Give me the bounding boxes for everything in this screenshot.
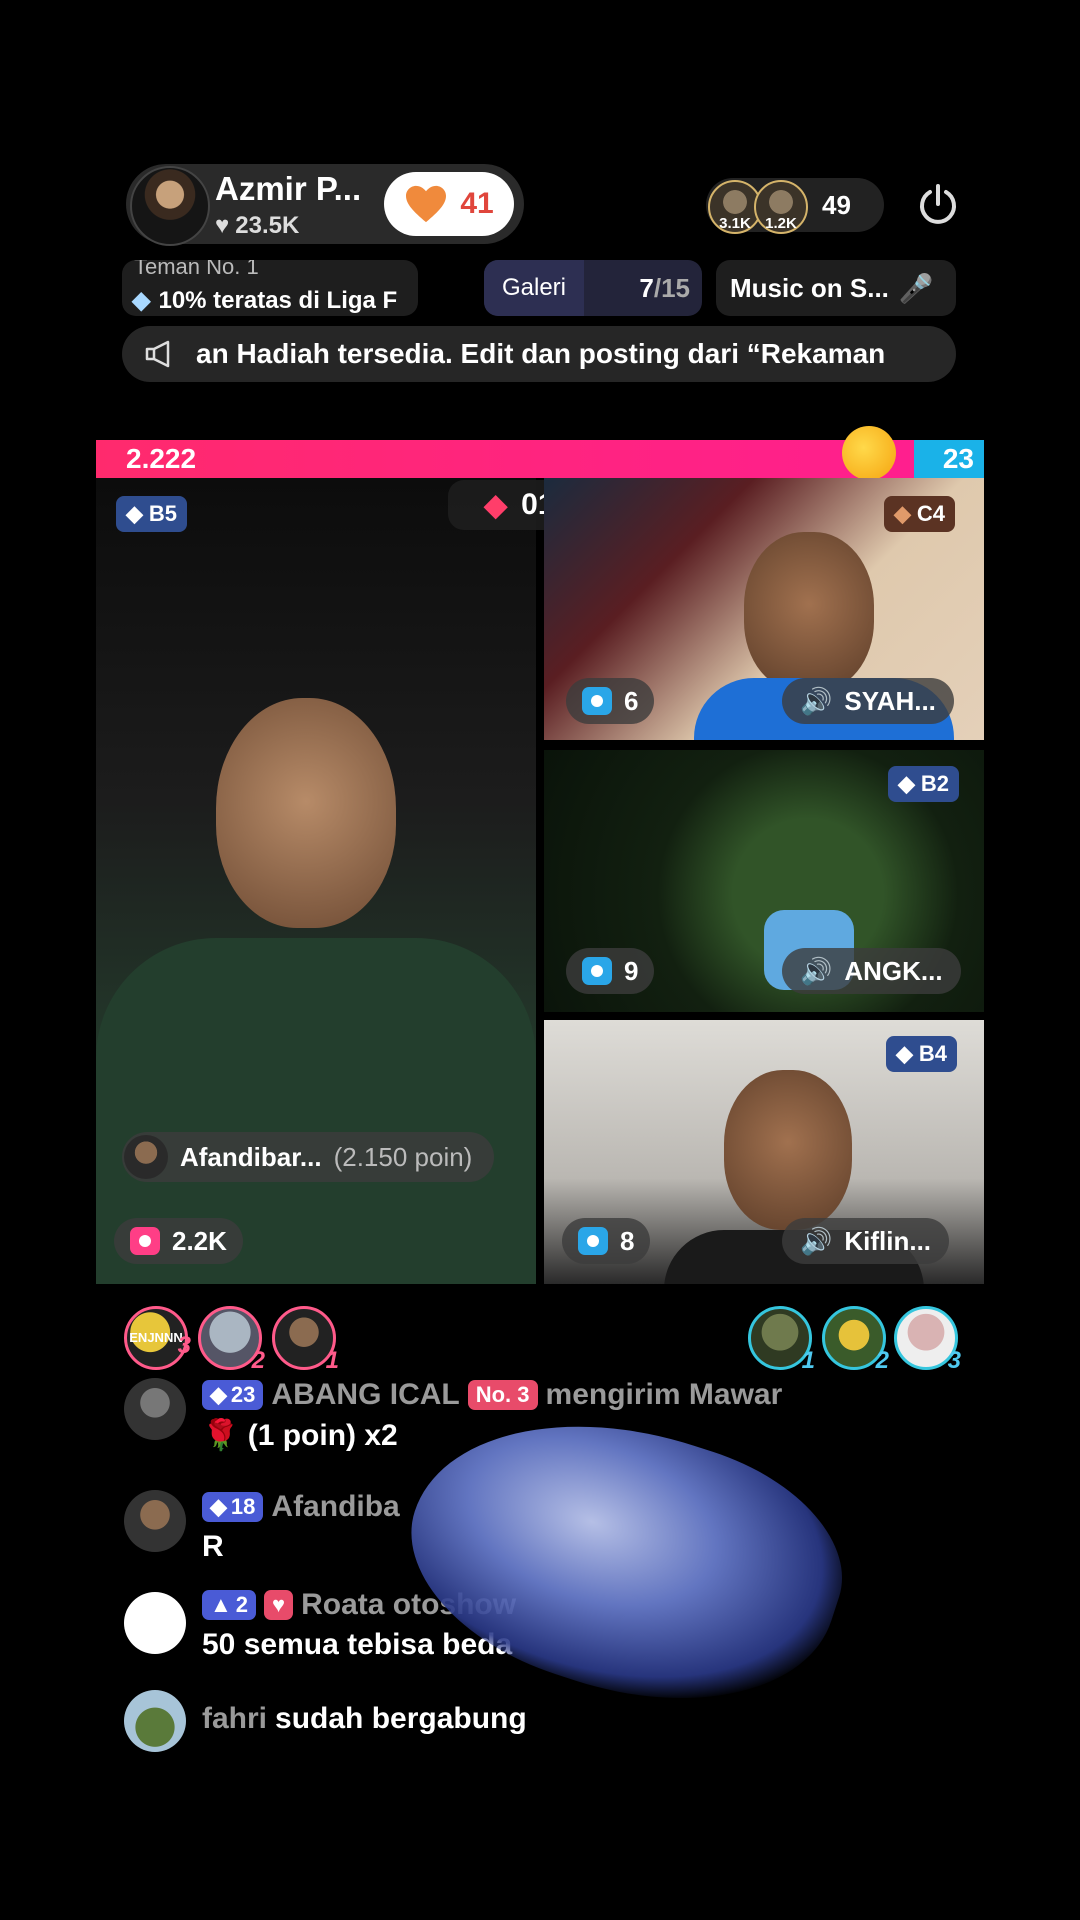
rank-top-label: Teman No. 1 xyxy=(134,260,259,279)
gift-icon xyxy=(130,1227,160,1255)
follow-count: 41 xyxy=(460,187,494,220)
boxing-gloves-icon: ◆ xyxy=(484,488,508,522)
music-label: Music on S... xyxy=(730,272,889,303)
fan-badge: ♥ xyxy=(264,1590,294,1620)
host-tier-badge: ◆ B5 xyxy=(116,496,188,532)
chat-message-header: ◆ 23 ABANG ICAL No. 3 mengirim Mawar xyxy=(202,1378,782,1412)
guest-figure xyxy=(724,1070,852,1230)
whale-gift-animation xyxy=(380,1369,870,1751)
top-gifter-avatar xyxy=(124,1135,168,1179)
top-gifter-points: (2.150 poin) xyxy=(333,1141,473,1172)
score-left: 2.222 xyxy=(96,440,914,478)
heart-icon xyxy=(406,185,447,223)
supporter-avatar[interactable]: ENJNNN 3 xyxy=(124,1306,191,1370)
supporter-avatar[interactable]: 3 xyxy=(894,1306,961,1374)
announcement-banner[interactable]: an Hadiah tersedia. Edit dan posting dar… xyxy=(122,326,956,382)
supporter-avatar[interactable]: 2 xyxy=(198,1306,265,1374)
chat-message-header: ◆ 18 Afandiba xyxy=(202,1490,400,1524)
chat-avatar[interactable] xyxy=(124,1690,186,1752)
guest-name-badge[interactable]: 🔊 Kiflin... xyxy=(782,1218,950,1264)
speaker-icon: 🔊 xyxy=(800,955,833,986)
host-likes: ♥ 23.5K xyxy=(215,212,299,240)
speaker-icon: 🔊 xyxy=(800,1225,833,1256)
guest-tier-badge: ◆ C4 xyxy=(884,496,956,532)
diamond-icon: ◆ xyxy=(210,1382,227,1407)
user-level-badge: ◆ 23 xyxy=(202,1380,264,1410)
chat-message-text: 🌹 (1 poin) x2 xyxy=(202,1419,398,1452)
guest-figure xyxy=(744,532,874,692)
chat-username[interactable]: ABANG ICAL xyxy=(271,1378,459,1412)
top-gifter-name: Afandibar... xyxy=(180,1141,322,1172)
power-icon[interactable] xyxy=(914,180,962,228)
host-likes-count: 23.5K xyxy=(235,212,300,239)
galeri-box[interactable]: Galeri 7/15 xyxy=(484,260,702,316)
gift-icon xyxy=(582,957,612,985)
megaphone-icon xyxy=(145,340,170,368)
chat-avatar[interactable] xyxy=(124,1592,186,1654)
user-level-badge: ◆ 18 xyxy=(202,1492,264,1522)
follow-button[interactable]: 41 xyxy=(384,172,514,236)
chat-join-message: fahri sudah bergabung xyxy=(202,1702,527,1736)
rank-bottom-label: ◆ 10% teratas di Liga F xyxy=(132,286,398,315)
gift-icon xyxy=(578,1227,608,1255)
diamond-icon: ◆ xyxy=(126,501,143,526)
supporter-avatar[interactable]: 1 xyxy=(272,1306,339,1374)
league-rank-box[interactable]: Teman No. 1 ◆ 10% teratas di Liga F xyxy=(122,260,418,316)
chat-avatar[interactable] xyxy=(124,1378,186,1440)
supporter-avatar[interactable]: 1 xyxy=(748,1306,815,1374)
guest-gift-count: 9 xyxy=(566,948,655,994)
guest-tier-badge: ◆ B4 xyxy=(886,1036,958,1072)
heart-icon: ♥ xyxy=(272,1592,286,1617)
host-name[interactable]: Azmir P... xyxy=(215,170,361,208)
host-avatar[interactable] xyxy=(130,166,210,246)
supporter-avatar[interactable]: 2 xyxy=(822,1306,889,1374)
galeri-count: 7/15 xyxy=(639,272,690,303)
chat-avatar[interactable] xyxy=(124,1490,186,1552)
chat-username[interactable]: Afandiba xyxy=(271,1490,399,1524)
guest-gift-count: 8 xyxy=(562,1218,651,1264)
diamond-icon: ◆ xyxy=(132,287,151,314)
music-box[interactable]: Music on S... 🎤 xyxy=(716,260,956,316)
guest-name-badge[interactable]: 🔊 ANGK... xyxy=(782,948,961,994)
guest-name-badge[interactable]: 🔊 SYAH... xyxy=(782,678,954,724)
rose-icon: 🌹 xyxy=(202,1419,240,1452)
guest-gift-count: 6 xyxy=(566,678,655,724)
diamond-icon: ◆ xyxy=(894,501,911,526)
announcement-text: an Hadiah tersedia. Edit dan posting dar… xyxy=(196,338,886,369)
chat-action: mengirim Mawar xyxy=(545,1378,783,1411)
host-gift-count: 2.2K xyxy=(114,1218,243,1264)
microphone-icon: 🎤 xyxy=(898,272,934,304)
guest-tier-badge: ◆ B2 xyxy=(888,766,960,802)
viewer-avatar[interactable]: 1.2K xyxy=(754,180,808,234)
chat-message-text: R xyxy=(202,1530,224,1563)
top-gifter-badge[interactable]: Afandibar... (2.150 poin) xyxy=(122,1132,495,1182)
user-level-badge: ▲ 2 xyxy=(202,1590,257,1620)
battle-emoji-icon xyxy=(842,426,896,480)
heart-icon: ♥ xyxy=(215,212,230,239)
galeri-label: Galeri xyxy=(484,260,584,316)
host-figure xyxy=(216,698,396,928)
diamond-icon: ◆ xyxy=(210,1494,227,1519)
chat-action: sudah bergabung xyxy=(275,1702,527,1735)
chat-username[interactable]: fahri xyxy=(202,1702,267,1736)
fan-rank-badge: No. 3 xyxy=(467,1380,538,1410)
score-right: 23 xyxy=(914,440,984,478)
triangle-icon: ▲ xyxy=(210,1592,232,1617)
gift-icon xyxy=(582,687,612,715)
diamond-icon: ◆ xyxy=(896,1041,913,1066)
chat-message-text: 50 semua tebisa beda xyxy=(202,1628,513,1661)
diamond-icon: ◆ xyxy=(898,771,915,796)
viewer-count: 49 xyxy=(822,190,851,220)
speaker-icon: 🔊 xyxy=(800,685,833,716)
